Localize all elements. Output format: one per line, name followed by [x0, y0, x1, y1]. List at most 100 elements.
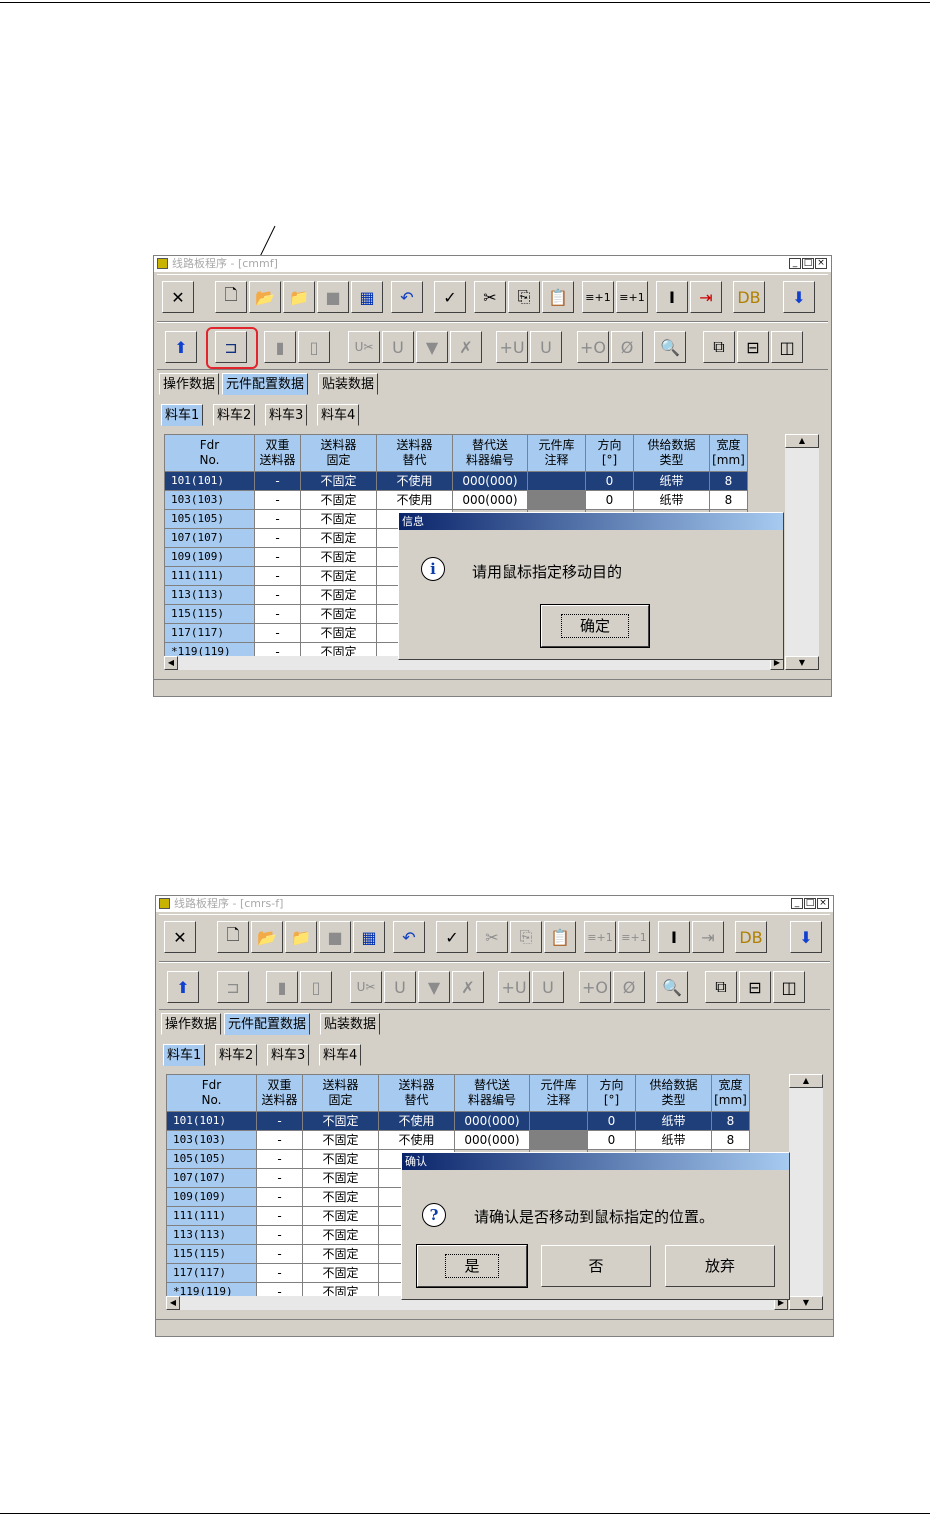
table-cell[interactable]: 0: [587, 1111, 636, 1131]
cursor-icon[interactable]: I: [658, 921, 690, 953]
cut-icon[interactable]: ✂: [474, 281, 506, 313]
ux-cut-icon[interactable]: U✂: [348, 331, 380, 363]
table-cell[interactable]: 不固定: [300, 547, 377, 567]
table-cell[interactable]: 纸带: [633, 490, 710, 510]
tab-mount-data[interactable]: 贴装数据: [320, 1013, 381, 1035]
scroll-left-button[interactable]: ◀: [166, 1296, 180, 1310]
table-cell[interactable]: 不固定: [300, 585, 377, 605]
table-cell[interactable]: 不固定: [302, 1225, 379, 1245]
table-cell[interactable]: -: [254, 528, 301, 548]
table-cell[interactable]: 不固定: [302, 1111, 379, 1131]
feeder-number-cell[interactable]: 101(101): [166, 1111, 257, 1131]
window-vsplit-icon[interactable]: ◫: [771, 331, 803, 363]
table-cell[interactable]: -: [256, 1149, 303, 1169]
table-cell[interactable]: 不固定: [300, 471, 377, 491]
table-cell[interactable]: 不使用: [376, 490, 453, 510]
save-icon[interactable]: ▦: [351, 281, 383, 313]
open-folder-alt-icon[interactable]: 📁: [283, 281, 315, 313]
column-header[interactable]: 双重 送料器: [256, 1074, 303, 1112]
feeder-number-cell[interactable]: 109(109): [164, 547, 255, 567]
vertical-scrollbar[interactable]: ▲ ▼: [789, 1074, 823, 1310]
tab-cart-3[interactable]: 料车3: [267, 1044, 310, 1066]
db-icon[interactable]: DB: [733, 281, 765, 313]
table-cell[interactable]: 0: [585, 471, 634, 491]
copy-icon[interactable]: ⎘: [508, 281, 540, 313]
table-cell[interactable]: 000(000): [452, 471, 528, 491]
table-cell[interactable]: -: [256, 1130, 303, 1150]
feeder-number-cell[interactable]: 111(111): [164, 566, 255, 586]
ok-button[interactable]: 确定: [540, 604, 650, 648]
table-row[interactable]: 101(101) - 不固定 不使用 000(000) 0 纸带 8: [166, 1111, 750, 1131]
feeder-number-cell[interactable]: 107(107): [166, 1168, 257, 1188]
feeder-number-cell[interactable]: 117(117): [164, 623, 255, 643]
feeder-number-cell[interactable]: 115(115): [164, 604, 255, 624]
dual-icon[interactable]: ▮: [264, 331, 296, 363]
column-header[interactable]: 供给数据 类型: [635, 1074, 712, 1112]
table-cell[interactable]: -: [256, 1206, 303, 1226]
table-row[interactable]: 103(103) - 不固定 不使用 000(000) 0 纸带 8: [166, 1130, 750, 1150]
ux-cut-icon[interactable]: U✂: [350, 971, 382, 1003]
table-cell[interactable]: 纸带: [635, 1130, 712, 1150]
close-window-button[interactable]: ×: [815, 258, 827, 269]
tab-cart-2[interactable]: 料车2: [215, 1044, 258, 1066]
gray-box-icon[interactable]: ■: [319, 921, 351, 953]
feeder-move-icon[interactable]: ⊐: [217, 971, 249, 1003]
table-cell[interactable]: -: [254, 471, 301, 491]
tab-operation-data[interactable]: 操作数据: [161, 1013, 222, 1035]
window-hsplit-icon[interactable]: ⊟: [737, 331, 769, 363]
scroll-left-button[interactable]: ◀: [164, 656, 178, 670]
table-cell[interactable]: 不使用: [378, 1130, 455, 1150]
feeder-gray-icon[interactable]: ▯: [300, 971, 332, 1003]
paste-icon[interactable]: 📋: [544, 921, 576, 953]
table-cell[interactable]: [529, 1111, 588, 1131]
open-folder-icon[interactable]: 📂: [251, 921, 283, 953]
table-cell[interactable]: -: [254, 547, 301, 567]
table-cell[interactable]: 不固定: [300, 509, 377, 529]
table-row[interactable]: 101(101) - 不固定 不使用 000(000) 0 纸带 8: [164, 471, 748, 491]
maximize-button[interactable]: □: [804, 898, 816, 909]
scroll-up-button[interactable]: ▲: [785, 434, 819, 448]
u-arrow-icon[interactable]: U: [530, 331, 562, 363]
column-header[interactable]: 宽度 [mm]: [711, 1074, 750, 1112]
feeder-number-cell[interactable]: 103(103): [166, 1130, 257, 1150]
scroll-down-button[interactable]: ▼: [789, 1296, 823, 1310]
table-cell[interactable]: [527, 471, 586, 491]
tab-mount-data[interactable]: 贴装数据: [318, 373, 379, 395]
plus-u-icon[interactable]: +U: [498, 971, 530, 1003]
table-cell[interactable]: 不使用: [378, 1111, 455, 1131]
feeder-gray-icon[interactable]: ▯: [298, 331, 330, 363]
gray-box-icon[interactable]: ■: [317, 281, 349, 313]
table-cell[interactable]: 不固定: [302, 1244, 379, 1264]
save-icon[interactable]: ▦: [353, 921, 385, 953]
table-cell[interactable]: 纸带: [633, 471, 710, 491]
tab-cart-3[interactable]: 料车3: [265, 404, 308, 426]
table-cell[interactable]: 000(000): [454, 1130, 530, 1150]
column-header[interactable]: 供给数据 类型: [633, 434, 710, 472]
column-header[interactable]: 元件库 注释: [527, 434, 586, 472]
table-cell[interactable]: 不固定: [302, 1168, 379, 1188]
open-folder-alt-icon[interactable]: 📁: [285, 921, 317, 953]
u-arrow-icon[interactable]: U: [532, 971, 564, 1003]
window-cascade-icon[interactable]: ⧉: [705, 971, 737, 1003]
table-cell[interactable]: -: [254, 490, 301, 510]
plus-one-alt-icon[interactable]: ≡+1: [618, 921, 650, 953]
zero-icon[interactable]: Ø: [613, 971, 645, 1003]
plus-o-icon[interactable]: +O: [579, 971, 611, 1003]
table-cell[interactable]: 000(000): [452, 490, 528, 510]
table-cell[interactable]: 不固定: [300, 604, 377, 624]
no-button[interactable]: 否: [541, 1245, 651, 1287]
column-header[interactable]: 替代送 料器编号: [452, 434, 528, 472]
tab-cart-4[interactable]: 料车4: [319, 1044, 362, 1066]
ux-icon[interactable]: U: [382, 331, 414, 363]
zero-icon[interactable]: Ø: [611, 331, 643, 363]
tab-cart-2[interactable]: 料车2: [213, 404, 256, 426]
column-header[interactable]: 方向 [°]: [585, 434, 634, 472]
feeder-number-cell[interactable]: 111(111): [166, 1206, 257, 1226]
maximize-button[interactable]: □: [802, 258, 814, 269]
new-file-icon[interactable]: 🗋: [217, 921, 249, 953]
vertical-scrollbar[interactable]: ▲ ▼: [785, 434, 819, 670]
column-header[interactable]: 宽度 [mm]: [709, 434, 748, 472]
tab-cart-1[interactable]: 料车1: [163, 1044, 206, 1066]
open-folder-icon[interactable]: 📂: [249, 281, 281, 313]
table-cell[interactable]: -: [254, 604, 301, 624]
